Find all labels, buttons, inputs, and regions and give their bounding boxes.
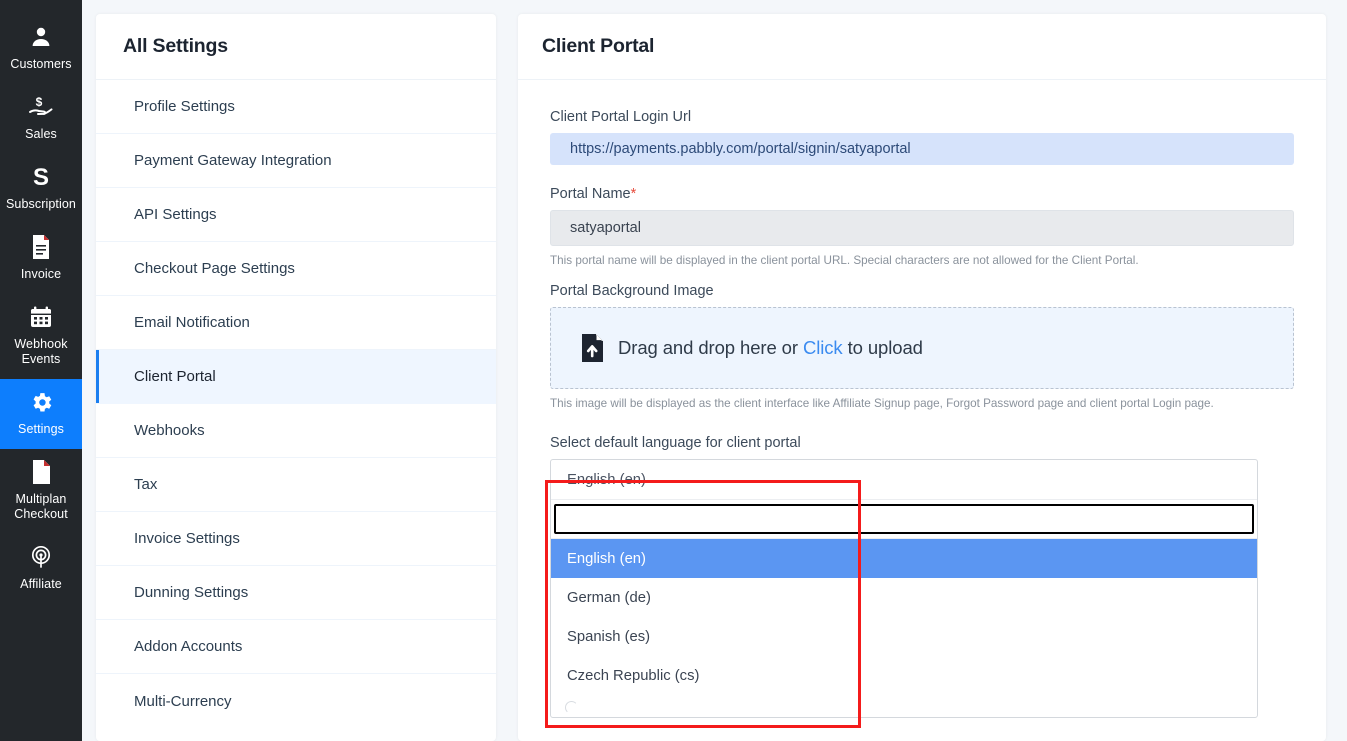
sidebar-item-sales[interactable]: $ Sales <box>0 84 82 154</box>
option-label: German (de) <box>567 589 651 606</box>
sidebar-item-label: Settings <box>18 422 64 436</box>
settings-item-label: Webhooks <box>134 422 205 439</box>
sidebar-item-label: Affiliate <box>20 577 62 591</box>
file-upload-icon <box>581 334 604 362</box>
settings-item-label: Checkout Page Settings <box>134 260 295 277</box>
sidebar-item-label: Multiplan Checkout <box>14 492 68 521</box>
sidebar-item-invoice-settings[interactable]: Invoice Settings <box>96 512 496 566</box>
dropzone-click-link[interactable]: Click <box>803 337 843 358</box>
settings-item-label: Profile Settings <box>134 98 235 115</box>
svg-text:S: S <box>33 164 49 190</box>
sidebar-item-profile-settings[interactable]: Profile Settings <box>96 80 496 134</box>
sidebar-item-checkout-page-settings[interactable]: Checkout Page Settings <box>96 242 496 296</box>
sidebar-item-settings[interactable]: Settings <box>0 379 82 449</box>
login-url-text: https://payments.pabbly.com/portal/signi… <box>570 141 911 157</box>
settings-item-label: Dunning Settings <box>134 584 249 601</box>
sidebar-item-webhooks[interactable]: Webhooks <box>96 404 496 458</box>
radio-circle-icon <box>565 701 578 714</box>
background-image-label: Portal Background Image <box>550 283 714 299</box>
sidebar-item-client-portal[interactable]: Client Portal <box>96 350 496 404</box>
login-url-label: Client Portal Login Url <box>550 109 692 125</box>
language-option-spanish[interactable]: Spanish (es) <box>551 617 1257 656</box>
page-title: All Settings <box>123 35 228 57</box>
page-icon <box>31 459 52 485</box>
sidebar-item-affiliate[interactable]: Affiliate <box>0 534 82 604</box>
language-selected-value[interactable]: English (en) <box>551 460 1257 500</box>
client-portal-form: Client Portal Login Url https://payments… <box>518 80 1326 718</box>
required-asterisk: * <box>630 186 637 202</box>
calendar-icon <box>29 304 53 330</box>
option-label: English (en) <box>567 550 646 567</box>
portal-name-label: Portal Name* <box>550 186 1294 202</box>
background-image-dropzone[interactable]: Drag and drop here or Click to upload <box>550 307 1294 389</box>
app-root: Customers $ Sales S Subscription Invoice… <box>0 0 1347 741</box>
settings-item-label: Invoice Settings <box>134 530 240 547</box>
hand-dollar-icon: $ <box>27 94 55 120</box>
sidebar-item-dunning-settings[interactable]: Dunning Settings <box>96 566 496 620</box>
sidebar-item-label: Webhook Events <box>14 337 68 366</box>
settings-item-label: Client Portal <box>134 368 216 385</box>
settings-item-label: Addon Accounts <box>134 638 243 655</box>
client-portal-header: Client Portal <box>518 14 1326 80</box>
sidebar-item-label: Invoice <box>20 267 62 281</box>
option-label: Spanish (es) <box>567 628 651 645</box>
settings-item-label: Tax <box>134 476 158 493</box>
sidebar-item-invoice[interactable]: Invoice <box>0 224 82 294</box>
all-settings-panel: All Settings Profile Settings Payment Ga… <box>96 14 496 741</box>
sidebar-item-webhook-events[interactable]: Webhook Events <box>0 294 82 379</box>
language-section: Select default language for client porta… <box>550 435 1294 718</box>
sidebar-item-label: Subscription <box>6 197 76 211</box>
document-lines-icon <box>30 234 52 260</box>
language-option-czech[interactable]: Czech Republic (cs) <box>551 656 1257 695</box>
settings-item-label: Multi-Currency <box>134 692 232 710</box>
settings-item-label: Payment Gateway Integration <box>134 152 332 169</box>
portal-name-label-text: Portal Name <box>550 186 631 202</box>
sidebar-item-multi-currency[interactable]: Multi-Currency <box>96 674 496 728</box>
broadcast-icon <box>29 544 53 570</box>
sidebar-item-label: Customers <box>10 57 72 71</box>
option-label: Czech Republic (cs) <box>567 667 700 684</box>
settings-list: Profile Settings Payment Gateway Integra… <box>96 80 496 728</box>
login-url-value[interactable]: https://payments.pabbly.com/portal/signi… <box>550 133 1294 165</box>
sidebar-item-payment-gateway-integration[interactable]: Payment Gateway Integration <box>96 134 496 188</box>
client-portal-panel: Client Portal Client Portal Login Url ht… <box>518 14 1326 741</box>
dropzone-suffix: to upload <box>842 337 923 358</box>
language-option-english[interactable]: English (en) <box>551 539 1257 578</box>
dropzone-text: Drag and drop here or Click to upload <box>618 337 923 359</box>
language-option-german[interactable]: German (de) <box>551 578 1257 617</box>
language-dropdown[interactable]: English (en) English (en) German (de) Sp… <box>550 459 1258 718</box>
letter-s-icon: S <box>29 164 53 190</box>
settings-item-label: Email Notification <box>134 314 250 331</box>
user-icon <box>29 24 53 50</box>
detail-page-title: Client Portal <box>542 35 655 57</box>
sidebar-item-subscription[interactable]: S Subscription <box>0 154 82 224</box>
portal-name-help: This portal name will be displayed in th… <box>550 254 1139 267</box>
gear-icon <box>29 389 54 415</box>
settings-item-label: API Settings <box>134 206 217 223</box>
sidebar-item-api-settings[interactable]: API Settings <box>96 188 496 242</box>
language-search-row <box>551 500 1257 539</box>
sidebar-item-label: Sales <box>25 127 57 141</box>
sidebar-item-email-notification[interactable]: Email Notification <box>96 296 496 350</box>
all-settings-header: All Settings <box>96 14 496 80</box>
sidebar-item-addon-accounts[interactable]: Addon Accounts <box>96 620 496 674</box>
primary-sidebar: Customers $ Sales S Subscription Invoice… <box>0 0 82 741</box>
language-label: Select default language for client porta… <box>550 435 801 451</box>
sidebar-item-tax[interactable]: Tax <box>96 458 496 512</box>
language-search-input[interactable] <box>554 504 1254 534</box>
dropzone-prefix: Drag and drop here or <box>618 337 803 358</box>
language-option-partial[interactable] <box>551 695 1257 717</box>
sidebar-item-customers[interactable]: Customers <box>0 14 82 84</box>
sidebar-item-multiplan-checkout[interactable]: Multiplan Checkout <box>0 449 82 534</box>
portal-name-input[interactable] <box>550 210 1294 246</box>
svg-text:$: $ <box>36 95 43 109</box>
background-image-help: This image will be displayed as the clie… <box>550 397 1214 410</box>
